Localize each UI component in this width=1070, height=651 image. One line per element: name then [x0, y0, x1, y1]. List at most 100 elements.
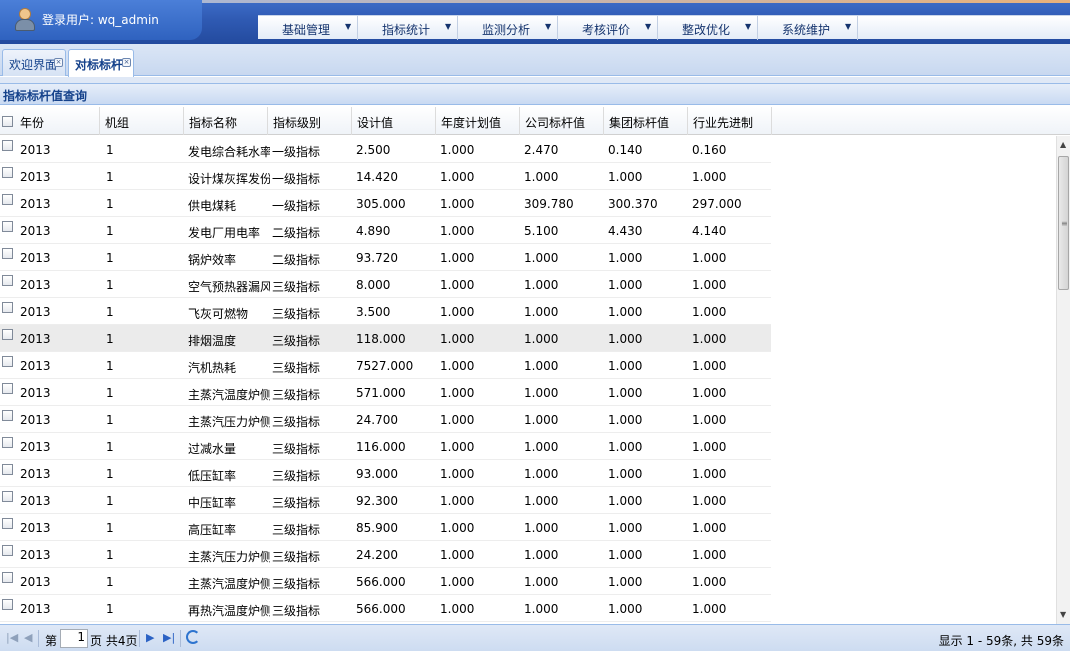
panel-title: 指标标杆值查询 — [3, 89, 88, 103]
row-checkbox[interactable] — [2, 545, 13, 556]
table-row[interactable]: 2013 1 空气预热器漏风...三级指标 8.000 1.000 1.000 1.000 1… — [0, 271, 771, 298]
table-row[interactable]: 2013 1 再热汽温度炉侧 三级指标 566.000 1.000 1.000 1.000 1.… — [0, 595, 771, 622]
table-cell: 1.000 — [608, 386, 643, 400]
row-checkbox[interactable] — [2, 275, 13, 286]
column-header-year[interactable]: 年份 — [0, 107, 100, 135]
row-checkbox[interactable] — [2, 410, 13, 421]
column-header-industry-advanced[interactable]: 行业先进制 — [688, 107, 772, 135]
table-cell: 2013 — [20, 332, 51, 346]
column-label: 年度计划值 — [441, 116, 502, 130]
row-checkbox[interactable] — [2, 464, 13, 475]
scroll-thumb[interactable]: ≡ — [1058, 156, 1069, 290]
table-cell: 2.500 — [356, 143, 391, 157]
tab-welcome[interactable]: 欢迎界面 × — [2, 49, 66, 76]
dropdown-arrow-icon: ▼ — [845, 22, 852, 31]
table-cell: 2013 — [20, 170, 51, 184]
table-row[interactable]: 2013 1 中压缸率 三级指标 92.300 1.000 1.000 1.000 1.000 — [0, 487, 771, 514]
table-row[interactable]: 2013 1 设计煤灰挥发份 一级指标 14.420 1.000 1.000 1.000 1.0… — [0, 163, 771, 190]
table-row[interactable]: 2013 1 主蒸汽压力炉侧 三级指标 24.700 1.000 1.000 1.000 1.0… — [0, 406, 771, 433]
scroll-up-icon[interactable]: ▲ — [1060, 140, 1066, 149]
table-row[interactable]: 2013 1 锅炉效率 二级指标 93.720 1.000 1.000 1.000 1.000 — [0, 244, 771, 271]
column-label: 集团标杆值 — [609, 116, 670, 130]
prev-page-icon[interactable]: ◀ — [24, 631, 32, 644]
row-checkbox[interactable] — [2, 140, 13, 151]
row-checkbox[interactable] — [2, 194, 13, 205]
table-cell: 116.000 — [356, 440, 406, 454]
scroll-down-icon[interactable]: ▼ — [1060, 610, 1066, 619]
row-checkbox[interactable] — [2, 248, 13, 259]
table-cell: 2013 — [20, 305, 51, 319]
table-cell: 1.000 — [524, 494, 559, 508]
last-page-icon[interactable]: ▶| — [163, 631, 175, 644]
row-checkbox[interactable] — [2, 221, 13, 232]
select-all-checkbox[interactable] — [2, 116, 13, 127]
column-header-unit[interactable]: 机组 — [100, 107, 184, 135]
table-cell: 1.000 — [440, 197, 475, 211]
column-label: 年份 — [20, 116, 45, 130]
menu-indicator-statistics[interactable]: 指标统计 ▼ — [358, 16, 458, 40]
row-checkbox[interactable] — [2, 383, 13, 394]
row-checkbox[interactable] — [2, 518, 13, 529]
row-checkbox[interactable] — [2, 302, 13, 313]
table-cell: 1.000 — [692, 521, 727, 535]
dropdown-arrow-icon: ▼ — [345, 22, 352, 31]
column-header-indicator-level[interactable]: 指标级别 — [268, 107, 352, 135]
table-cell: 1.000 — [524, 170, 559, 184]
close-icon[interactable]: × — [122, 58, 131, 67]
table-row[interactable]: 2013 1 供电煤耗 一级指标 305.000 1.000 309.780 300.370 2… — [0, 190, 771, 217]
table-cell: 4.430 — [608, 224, 643, 238]
table-row[interactable]: 2013 1 主蒸汽温度炉侧 三级指标 566.000 1.000 1.000 1.000 1.… — [0, 568, 771, 595]
table-cell: 1.000 — [524, 278, 559, 292]
row-checkbox[interactable] — [2, 167, 13, 178]
menu-monitoring-analysis[interactable]: 监测分析 ▼ — [458, 16, 558, 40]
table-row[interactable]: 2013 1 汽机热耗 三级指标 7527.000 1.000 1.000 1.000 1.00… — [0, 352, 771, 379]
table-cell: 1.000 — [692, 602, 727, 616]
table-row[interactable]: 2013 1 发电综合耗水率 一级指标 2.500 1.000 2.470 0.140 0.16… — [0, 136, 771, 163]
logged-in-user: 登录用户: wq_admin — [42, 13, 159, 27]
row-checkbox[interactable] — [2, 329, 13, 340]
menu-system-maintenance[interactable]: 系统维护 ▼ — [758, 16, 858, 40]
menu-label: 整改优化 — [682, 23, 731, 37]
vertical-scrollbar[interactable]: ▲ ≡ ▼ — [1056, 136, 1070, 624]
column-header-annual-plan[interactable]: 年度计划值 — [436, 107, 520, 135]
table-cell: 1.000 — [692, 170, 727, 184]
table-cell: 1 — [106, 305, 114, 319]
table-row[interactable]: 2013 1 低压缸率 三级指标 93.000 1.000 1.000 1.000 1.000 — [0, 460, 771, 487]
row-checkbox[interactable] — [2, 572, 13, 583]
table-cell: 三级指标 — [272, 334, 321, 348]
table-row[interactable]: 2013 1 主蒸汽温度炉侧 三级指标 571.000 1.000 1.000 1.000 1.… — [0, 379, 771, 406]
table-row[interactable]: 2013 1 飞灰可燃物 三级指标 3.500 1.000 1.000 1.000 1.000 — [0, 298, 771, 325]
row-checkbox[interactable] — [2, 599, 13, 610]
column-header-indicator-name[interactable]: 指标名称 — [184, 107, 268, 135]
table-row[interactable]: 2013 1 排烟温度 三级指标 118.000 1.000 1.000 1.000 1.000 — [0, 325, 771, 352]
table-cell: 三级指标 — [272, 577, 321, 591]
table-cell: 1.000 — [692, 278, 727, 292]
table-cell: 93.000 — [356, 467, 398, 481]
table-row[interactable]: 2013 1 主蒸汽压力炉侧 三级指标 24.200 1.000 1.000 1.000 1.0… — [0, 541, 771, 568]
table-row[interactable]: 2013 1 高压缸率 三级指标 85.900 1.000 1.000 1.000 1.000 — [0, 514, 771, 541]
close-icon[interactable]: × — [54, 58, 63, 67]
table-cell: 供电煤耗 — [188, 199, 237, 213]
tab-benchmark[interactable]: 对标标杆 × — [68, 49, 134, 77]
page-number-input[interactable]: 1 — [60, 629, 88, 648]
row-checkbox[interactable] — [2, 356, 13, 367]
row-checkbox[interactable] — [2, 491, 13, 502]
next-page-icon[interactable]: ▶ — [146, 631, 154, 644]
row-checkbox[interactable] — [2, 437, 13, 448]
table-cell: 85.900 — [356, 521, 398, 535]
table-row[interactable]: 2013 1 过减水量 三级指标 116.000 1.000 1.000 1.000 1.000 — [0, 433, 771, 460]
table-cell: 2013 — [20, 143, 51, 157]
table-cell: 1.000 — [440, 251, 475, 265]
column-header-company-benchmark[interactable]: 公司标杆值 — [520, 107, 604, 135]
first-page-icon[interactable]: |◀ — [6, 631, 18, 644]
column-header-group-benchmark[interactable]: 集团标杆值 — [604, 107, 688, 135]
table-row[interactable]: 2013 1 发电厂用电率 二级指标 4.890 1.000 5.100 4.430 4.140 — [0, 217, 771, 244]
refresh-icon[interactable] — [186, 630, 200, 644]
table-cell: 高压缸率 — [188, 523, 237, 537]
column-header-design-value[interactable]: 设计值 — [352, 107, 436, 135]
table-cell: 1 — [106, 170, 114, 184]
menu-basic-management[interactable]: 基础管理 ▼ — [258, 16, 358, 40]
table-cell: 2013 — [20, 494, 51, 508]
menu-rectification[interactable]: 整改优化 ▼ — [658, 16, 758, 40]
menu-assessment[interactable]: 考核评价 ▼ — [558, 16, 658, 40]
